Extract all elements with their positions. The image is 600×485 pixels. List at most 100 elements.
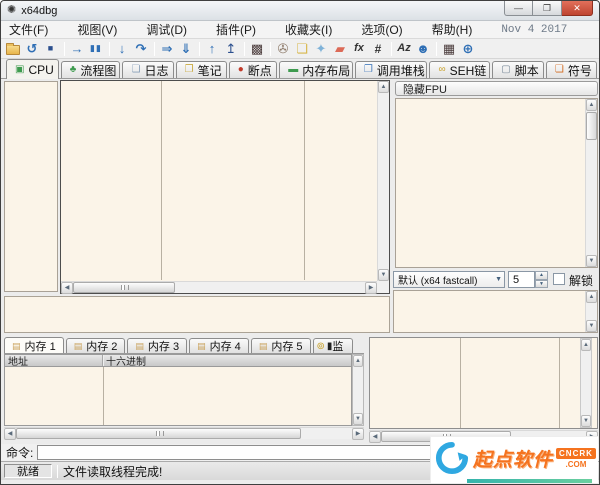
toolbar-separator <box>391 41 392 56</box>
tab-watch-partial[interactable]: ⊚ ▮ 监 <box>312 338 353 353</box>
tab-log[interactable]: ❏ 日志 <box>122 61 174 78</box>
eraser-icon[interactable]: ▰ <box>331 40 349 58</box>
stop-icon[interactable]: ■ <box>42 40 60 58</box>
watermark-brand: 起点软件 <box>473 449 554 471</box>
argument-count-input[interactable]: 5 <box>508 271 535 288</box>
calling-convention-select[interactable]: 默认 (x64 fastcall) ▼ <box>393 271 505 288</box>
scroll-up-arrow[interactable]: ▲ <box>581 339 591 351</box>
settings-icon[interactable]: ▩ <box>248 40 266 58</box>
close-button[interactable]: ✕ <box>562 1 593 16</box>
argument-count-stepper[interactable]: ▲ ▼ <box>535 271 548 288</box>
menu-view[interactable]: 视图(V) <box>77 21 117 38</box>
scylla-icon[interactable]: ☻ <box>414 40 432 58</box>
scroll-up-arrow[interactable]: ▲ <box>586 99 597 111</box>
tab-graph[interactable]: ♣ 流程图 <box>60 61 121 78</box>
site-watermark: 起点软件 CNCRK .COM <box>430 436 598 483</box>
scroll-down-arrow[interactable]: ▼ <box>586 255 597 267</box>
menu-debug[interactable]: 调试(D) <box>146 21 187 38</box>
patches-icon[interactable]: ✇ <box>274 40 292 58</box>
open-file-icon[interactable] <box>4 40 22 58</box>
menu-options[interactable]: 选项(O) <box>361 21 402 38</box>
tab-dump-4[interactable]: ▤ 内存 4 <box>189 338 249 353</box>
toolbar-separator <box>109 41 110 56</box>
run-icon[interactable]: → <box>68 40 86 58</box>
scroll-left-arrow[interactable]: ◀ <box>4 427 16 440</box>
highlight-icon[interactable]: ✦ <box>312 40 330 58</box>
attach-icon[interactable]: ↥ <box>222 40 240 58</box>
tab-symbols[interactable]: ❏ 符号 <box>545 61 597 78</box>
website-icon[interactable]: ⊕ <box>459 40 477 58</box>
disasm-vertical-scrollbar[interactable]: ▲ ▼ <box>377 81 389 281</box>
arguments-view[interactable]: ▲ ▼ <box>393 290 598 333</box>
watermark-teal-bar <box>467 479 592 483</box>
pause-icon[interactable]: ▮▮ <box>87 40 105 58</box>
analysis-icon[interactable]: # <box>369 40 387 58</box>
tab-seh[interactable]: ∞ SEH链 <box>429 61 491 78</box>
scroll-down-arrow[interactable]: ▼ <box>378 269 389 281</box>
titlebar[interactable]: ✺ x64dbg — ❐ ✕ <box>1 1 599 21</box>
menu-plugins[interactable]: 插件(P) <box>216 21 256 38</box>
scroll-right-arrow[interactable]: ▶ <box>352 427 364 440</box>
dump-horizontal-scrollbar[interactable]: ◀ ▶ <box>4 427 364 440</box>
hide-fpu-button[interactable]: 隐藏FPU <box>395 81 598 96</box>
scroll-thumb[interactable] <box>73 282 175 293</box>
disasm-sidebar[interactable] <box>4 81 58 292</box>
scroll-up-arrow[interactable]: ▲ <box>353 355 363 367</box>
stack-view[interactable]: ▲ ▼ <box>369 337 598 429</box>
registers-view[interactable]: ▲ ▼ <box>395 98 598 268</box>
step-over-icon[interactable]: ↷ <box>132 40 150 58</box>
spinner-up-icon[interactable]: ▲ <box>535 271 548 280</box>
functions-icon[interactable]: fx <box>350 40 368 58</box>
tab-breakpoints[interactable]: ● 断点 <box>228 61 278 78</box>
menu-favourites[interactable]: 收藏夹(I) <box>285 21 332 38</box>
step-out-icon[interactable]: ↑ <box>203 40 221 58</box>
notes-icon[interactable]: ❏ <box>293 40 311 58</box>
maximize-button[interactable]: ❐ <box>533 1 562 16</box>
tab-script[interactable]: ▢ 脚本 <box>492 61 544 78</box>
unlock-checkbox[interactable] <box>553 273 565 285</box>
scroll-up-arrow[interactable]: ▲ <box>378 81 389 93</box>
minimize-button[interactable]: — <box>504 1 533 16</box>
registers-vertical-scrollbar[interactable]: ▲ ▼ <box>585 99 597 267</box>
tab-dump-1[interactable]: ▤ 内存 1 <box>4 337 64 353</box>
scroll-down-arrow[interactable]: ▼ <box>581 415 591 427</box>
scroll-thumb[interactable] <box>16 428 301 439</box>
scroll-down-arrow[interactable]: ▼ <box>353 413 363 425</box>
dump-view[interactable] <box>4 367 352 426</box>
arguments-vertical-scrollbar[interactable]: ▲ ▼ <box>585 291 597 332</box>
disasm-horizontal-scrollbar[interactable]: ◀ ▶ <box>61 281 377 294</box>
tab-dump-3[interactable]: ▤ 内存 3 <box>127 338 188 353</box>
column-address[interactable]: 地址 <box>5 355 103 368</box>
spinner-down-icon[interactable]: ▼ <box>535 279 548 288</box>
tab-cpu[interactable]: ▣ CPU <box>6 59 59 79</box>
dump-vertical-scrollbar[interactable]: ▲ ▼ <box>352 354 364 426</box>
scroll-left-arrow[interactable]: ◀ <box>369 430 381 443</box>
column-divider <box>103 367 104 425</box>
tab-dump-2[interactable]: ▤ 内存 2 <box>65 338 126 353</box>
scroll-thumb[interactable] <box>586 112 597 140</box>
memory-chip-icon: ▤ <box>135 340 144 351</box>
scroll-right-arrow[interactable]: ▶ <box>365 281 377 294</box>
window-title: x64dbg <box>21 4 58 17</box>
menu-file[interactable]: 文件(F) <box>9 21 48 38</box>
info-panel[interactable] <box>4 296 390 333</box>
disassembly-view[interactable]: ▲ ▼ ◀ ▶ <box>60 80 390 294</box>
step-into-icon[interactable]: ↓ <box>113 40 131 58</box>
scroll-up-arrow[interactable]: ▲ <box>586 291 597 303</box>
scroll-down-arrow[interactable]: ▼ <box>586 320 597 332</box>
run-to-user-code-icon[interactable]: ⇓ <box>177 40 195 58</box>
execute-till-return-icon[interactable]: ⇒ <box>158 40 176 58</box>
stack-vertical-scrollbar[interactable]: ▲ ▼ <box>580 338 592 428</box>
tab-dump-5[interactable]: ▤ 内存 5 <box>250 338 311 353</box>
dump-tabbar: ▤ 内存 1 ▤ 内存 2 ▤ 内存 3 ▤ 内存 4 ▤ 内存 5 ⊚ ▮ 监 <box>4 337 364 354</box>
tab-memory-map[interactable]: ▬ 内存布局 <box>279 61 353 78</box>
scroll-left-arrow[interactable]: ◀ <box>61 281 73 294</box>
calculator-icon[interactable]: ▦ <box>440 40 458 58</box>
tab-notes[interactable]: ❐ 笔记 <box>175 61 227 78</box>
tab-call-stack[interactable]: ❐ 调用堆栈 <box>354 61 428 78</box>
restart-icon[interactable]: ↺ <box>23 40 41 58</box>
menu-help[interactable]: 帮助(H) <box>432 21 473 38</box>
column-hex[interactable]: 十六进制 <box>103 355 351 368</box>
memory-chip-icon: ▤ <box>197 340 206 351</box>
ascii-table-icon[interactable]: Az <box>395 40 413 58</box>
